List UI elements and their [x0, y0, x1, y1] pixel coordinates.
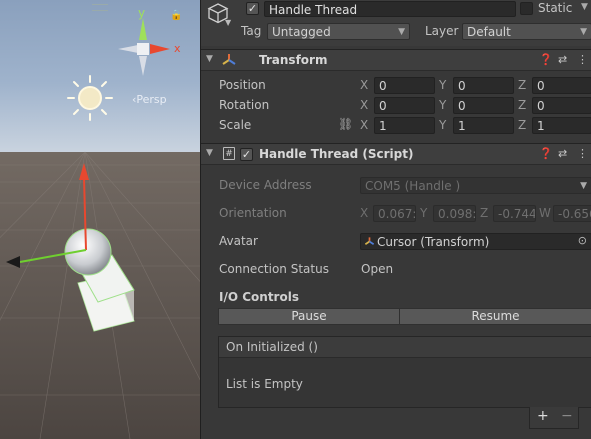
orientation-w-field[interactable]: -0.656: [553, 205, 591, 222]
axis-z-label: Z: [518, 98, 527, 112]
object-picker-icon[interactable]: ⊙: [578, 234, 587, 248]
script-enabled-checkbox[interactable]: ✓: [240, 148, 253, 161]
transform-icon: [222, 54, 236, 65]
position-label: Position: [219, 78, 266, 92]
transform-icon: [364, 237, 375, 245]
remove-button[interactable]: −: [561, 408, 573, 424]
avatar-row: Avatar Cursor (Transform) ⊙: [201, 232, 591, 252]
preset-icon[interactable]: ⇄: [558, 53, 567, 66]
inspector-panel: ▼ ✓ Handle Thread Static ▼ Tag Untagged …: [200, 0, 591, 439]
orientation-z-field[interactable]: -0.744: [493, 205, 536, 222]
axis-y-label: Y: [439, 118, 447, 132]
more-options-icon[interactable]: ⋮: [577, 53, 588, 66]
active-checkbox[interactable]: ✓: [246, 2, 259, 15]
axis-z-label: Z: [518, 118, 527, 132]
axis-y-label: Y: [439, 98, 447, 112]
gizmo-y-label: y: [138, 6, 146, 20]
position-z-field[interactable]: 0: [532, 77, 591, 94]
rotation-label: Rotation: [219, 98, 270, 112]
add-button[interactable]: +: [537, 408, 549, 424]
event-list-footer: + −: [529, 407, 579, 429]
axis-x-label: X: [360, 78, 369, 92]
on-initialized-event: On Initialized () List is Empty: [218, 336, 591, 408]
axis-z-label: Z: [518, 78, 527, 92]
preset-icon[interactable]: ⇄: [558, 147, 567, 160]
event-header: On Initialized (): [219, 337, 591, 358]
event-title: On Initialized (): [226, 340, 318, 354]
orientation-row: Orientation X 0.067: Y 0.098: Z -0.744 W…: [201, 204, 591, 224]
device-address-value: COM5 (Handle ): [365, 179, 461, 193]
foldout-arrow-icon[interactable]: ▼: [206, 148, 213, 158]
perspective-label[interactable]: ‹Persp: [132, 93, 167, 106]
axis-x-label: X: [360, 118, 369, 132]
layer-dropdown[interactable]: Default ▼: [462, 23, 591, 40]
device-address-dropdown[interactable]: COM5 (Handle ) ▼: [360, 177, 591, 194]
help-icon[interactable]: ❓: [539, 53, 553, 66]
foldout-arrow-icon[interactable]: ▼: [206, 54, 213, 64]
tag-dropdown[interactable]: Untagged ▼: [267, 23, 410, 40]
avatar-value: Cursor (Transform): [377, 235, 490, 249]
scale-row: Scale ⛓ X 1 Y 1 Z 1: [201, 116, 591, 136]
orientation-x-field[interactable]: 0.067:: [373, 205, 416, 222]
avatar-object-field[interactable]: Cursor (Transform) ⊙: [360, 233, 591, 250]
position-y-field[interactable]: 0: [453, 77, 514, 94]
transform-header[interactable]: ▼ Transform ❓ ⇄ ⋮: [201, 49, 591, 71]
axis-w-label: W: [539, 206, 551, 220]
position-x-field[interactable]: 0: [374, 77, 435, 94]
static-label: Static: [538, 1, 573, 15]
scale-y-field[interactable]: 1: [453, 117, 514, 134]
rotation-z-field[interactable]: 0: [532, 97, 591, 114]
chevron-down-icon: ▼: [580, 27, 587, 37]
scene-menu-icon[interactable]: [92, 4, 108, 11]
device-address-row: Device Address COM5 (Handle ) ▼: [201, 176, 591, 196]
event-empty-text: List is Empty: [226, 377, 303, 391]
chevron-down-icon: ▼: [398, 27, 405, 37]
scene-view[interactable]: 🔒 y x ‹Persp: [0, 0, 200, 439]
orientation-y-field[interactable]: 0.098:: [433, 205, 476, 222]
rotation-x-field[interactable]: 0: [374, 97, 435, 114]
tag-value: Untagged: [272, 25, 331, 39]
rotation-y-field[interactable]: 0: [453, 97, 514, 114]
scale-z-field[interactable]: 1: [532, 117, 591, 134]
device-address-label: Device Address: [219, 178, 312, 192]
transform-title: Transform: [259, 53, 328, 67]
lock-icon[interactable]: 🔒: [170, 10, 182, 21]
static-dropdown-arrow-icon[interactable]: ▼: [581, 2, 588, 12]
axis-y-label: Y: [420, 206, 428, 220]
orientation-label: Orientation: [219, 206, 287, 220]
axis-y-label: Y: [439, 78, 447, 92]
tag-label: Tag: [241, 24, 262, 38]
script-header[interactable]: ▼ # ✓ Handle Thread (Script) ❓ ⇄ ⋮: [201, 143, 591, 165]
object-header: ▼ ✓ Handle Thread Static ▼ Tag Untagged …: [201, 0, 591, 46]
scale-label: Scale: [219, 118, 252, 132]
pause-button[interactable]: Pause: [218, 308, 400, 325]
gizmo-x-label: x: [174, 42, 181, 55]
object-name-field[interactable]: Handle Thread: [264, 1, 516, 17]
more-options-icon[interactable]: ⋮: [577, 147, 588, 160]
chevron-down-icon: ▼: [580, 181, 587, 191]
script-title: Handle Thread (Script): [259, 147, 414, 161]
axis-x-label: X: [360, 98, 369, 112]
rotation-row: Rotation X 0 Y 0 Z 0: [201, 96, 591, 116]
scale-x-field[interactable]: 1: [374, 117, 435, 134]
connection-row: Connection Status Open: [201, 260, 591, 280]
io-controls-heading: I/O Controls: [219, 290, 299, 304]
axis-z-label: Z: [480, 206, 489, 220]
icon-dropdown-arrow-icon[interactable]: ▼: [225, 18, 231, 27]
constrain-proportions-link-icon[interactable]: ⛓: [338, 117, 353, 131]
layer-label: Layer: [425, 24, 459, 38]
scene-canvas[interactable]: [0, 0, 200, 439]
position-row: Position X 0 Y 0 Z 0: [201, 76, 591, 96]
connection-status-label: Connection Status: [219, 262, 329, 276]
directional-light-icon[interactable]: [67, 75, 113, 121]
resume-button[interactable]: Resume: [399, 308, 591, 325]
layer-value: Default: [467, 25, 511, 39]
connection-status-value: Open: [361, 262, 394, 276]
static-checkbox[interactable]: [520, 2, 533, 15]
avatar-label: Avatar: [219, 234, 258, 248]
script-file-icon: #: [223, 147, 235, 160]
axis-x-label: X: [360, 206, 369, 220]
help-icon[interactable]: ❓: [539, 147, 553, 160]
